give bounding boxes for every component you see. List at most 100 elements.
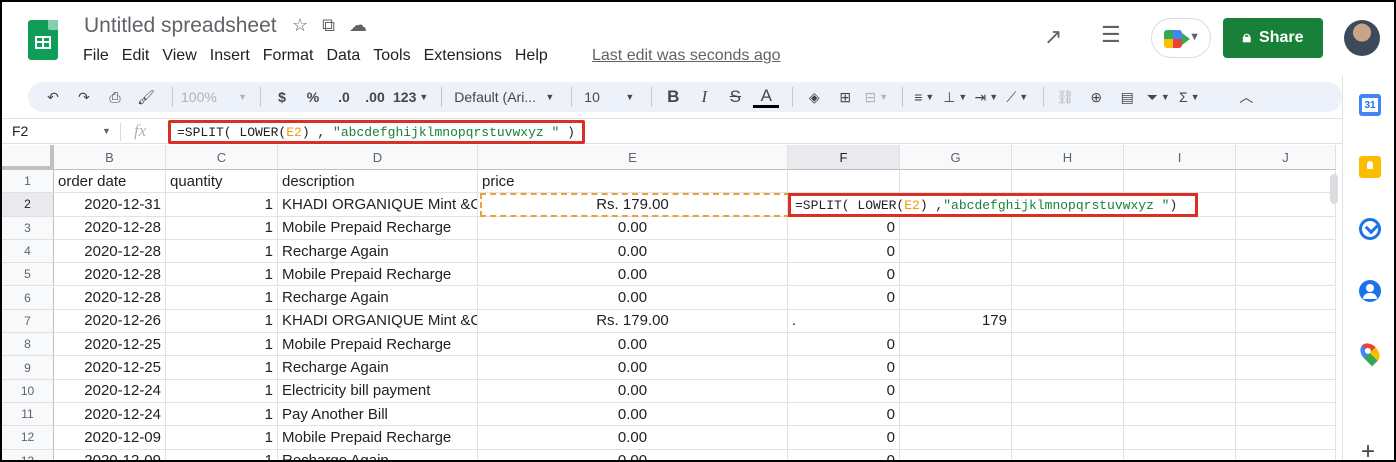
cell-j7[interactable] [1236, 309, 1336, 334]
cell-i11[interactable] [1124, 403, 1236, 427]
cell-c5[interactable]: 1 [166, 263, 278, 287]
increase-decimal-button[interactable]: .00 [362, 83, 388, 111]
insert-comment-icon[interactable]: ⊕ [1083, 83, 1109, 111]
cell-h12[interactable] [1012, 426, 1124, 450]
cell-b8[interactable]: 2020-12-25 [54, 333, 166, 357]
scrollbar-thumb[interactable] [1330, 174, 1338, 204]
cell-f5[interactable]: 0 [788, 263, 900, 287]
last-edit-link[interactable]: Last edit was seconds ago [592, 47, 781, 65]
cell-i5[interactable] [1124, 263, 1236, 287]
trend-icon[interactable]: ↗ [1044, 24, 1062, 50]
cell-e12[interactable]: 0.00 [478, 426, 788, 450]
row-header[interactable]: 2 [2, 193, 54, 217]
cell-c4[interactable]: 1 [166, 239, 278, 264]
cell-d4[interactable]: Recharge Again [278, 239, 478, 264]
share-button[interactable]: 🔒︎ Share [1223, 18, 1323, 58]
cell-e1[interactable]: price [478, 170, 788, 194]
cell-d2[interactable]: KHADI ORGANIQUE Mint &C [278, 193, 478, 217]
cell-i7[interactable] [1124, 309, 1236, 334]
cell-i10[interactable] [1124, 379, 1236, 403]
borders-icon[interactable]: ⊞ [832, 83, 858, 111]
cell-e2[interactable]: Rs. 179.00 [478, 193, 788, 217]
calendar-icon[interactable]: 31 [1359, 94, 1381, 116]
cell-f1[interactable] [788, 170, 900, 194]
cell-c10[interactable]: 1 [166, 379, 278, 403]
cell-i4[interactable] [1124, 239, 1236, 264]
cell-d11[interactable]: Pay Another Bill [278, 403, 478, 427]
cell-c1[interactable]: quantity [166, 170, 278, 194]
cell-h6[interactable] [1012, 286, 1124, 310]
plus-icon[interactable]: + [1361, 438, 1375, 460]
cell-e4[interactable]: 0.00 [478, 239, 788, 264]
decrease-decimal-button[interactable]: .0 [331, 83, 357, 111]
cell-c3[interactable]: 1 [166, 216, 278, 240]
row-header[interactable]: 4 [2, 239, 54, 264]
cell-f11[interactable]: 0 [788, 403, 900, 427]
cell-g12[interactable] [900, 426, 1012, 450]
maps-icon[interactable] [1356, 339, 1384, 367]
cell-d8[interactable]: Mobile Prepaid Recharge [278, 333, 478, 357]
cell-i8[interactable] [1124, 333, 1236, 357]
cell-i3[interactable] [1124, 216, 1236, 240]
menu-insert[interactable]: Insert [210, 47, 250, 65]
cell-i1[interactable] [1124, 170, 1236, 194]
cell-f7[interactable]: . [788, 309, 900, 334]
cell-b12[interactable]: 2020-12-09 [54, 426, 166, 450]
cell-c9[interactable]: 1 [166, 356, 278, 380]
cell-f8[interactable]: 0 [788, 333, 900, 357]
cell-f6[interactable]: 0 [788, 286, 900, 310]
row-header[interactable]: 1 [2, 170, 54, 194]
cell-e6[interactable]: 0.00 [478, 286, 788, 310]
cell-f9[interactable]: 0 [788, 356, 900, 380]
cloud-status-icon[interactable]: ☁ [349, 15, 367, 36]
menu-extensions[interactable]: Extensions [424, 47, 502, 65]
menu-edit[interactable]: Edit [122, 47, 150, 65]
select-all-corner[interactable] [2, 145, 54, 170]
contacts-icon[interactable] [1359, 280, 1381, 302]
text-wrap-icon[interactable]: ⇥ ▼ [973, 83, 999, 111]
formula-input[interactable]: =SPLIT( LOWER(E2) , "abcdefghijklmnopqrs… [168, 120, 585, 144]
keep-icon[interactable] [1359, 156, 1381, 178]
cell-d1[interactable]: description [278, 170, 478, 194]
cell-e13[interactable]: 0.00 [478, 449, 788, 460]
paint-format-icon[interactable]: 🖌︎ [133, 83, 159, 111]
active-cell-editor[interactable]: =SPLIT( LOWER(E2) , "abcdefghijklmnopqrs… [788, 193, 1198, 217]
cell-d3[interactable]: Mobile Prepaid Recharge [278, 216, 478, 240]
row-header[interactable]: 7 [2, 309, 54, 334]
merge-cells-icon[interactable]: ⊟ ▼ [863, 83, 889, 111]
menu-help[interactable]: Help [515, 47, 548, 65]
column-header-f[interactable]: F [788, 145, 900, 170]
cell-j1[interactable] [1236, 170, 1336, 194]
cell-f13[interactable]: 0 [788, 449, 900, 460]
cell-g6[interactable] [900, 286, 1012, 310]
cell-b5[interactable]: 2020-12-28 [54, 263, 166, 287]
cell-d7[interactable]: KHADI ORGANIQUE Mint &C [278, 309, 478, 334]
cell-g8[interactable] [900, 333, 1012, 357]
cell-d5[interactable]: Mobile Prepaid Recharge [278, 263, 478, 287]
vertical-align-icon[interactable]: ⊥ ▼ [942, 83, 968, 111]
percent-button[interactable]: % [300, 83, 326, 111]
sheets-logo-icon[interactable] [28, 20, 58, 60]
row-header[interactable]: 11 [2, 403, 54, 427]
cell-d13[interactable]: Recharge Again [278, 449, 478, 460]
cell-j9[interactable] [1236, 356, 1336, 380]
cell-d9[interactable]: Recharge Again [278, 356, 478, 380]
cell-g5[interactable] [900, 263, 1012, 287]
cell-e3[interactable]: 0.00 [478, 216, 788, 240]
collapse-toolbar-icon[interactable]: ︿ [1233, 83, 1259, 111]
menu-data[interactable]: Data [326, 47, 360, 65]
cell-e9[interactable]: 0.00 [478, 356, 788, 380]
cell-g9[interactable] [900, 356, 1012, 380]
cell-h9[interactable] [1012, 356, 1124, 380]
cell-j3[interactable] [1236, 216, 1336, 240]
strikethrough-button[interactable]: S [722, 83, 748, 111]
cell-j5[interactable] [1236, 263, 1336, 287]
name-box[interactable]: F2 [12, 123, 28, 139]
cell-i13[interactable] [1124, 449, 1236, 460]
cell-b6[interactable]: 2020-12-28 [54, 286, 166, 310]
cell-c12[interactable]: 1 [166, 426, 278, 450]
cell-f4[interactable]: 0 [788, 239, 900, 264]
insert-link-icon[interactable]: ⛓︎ [1052, 83, 1078, 111]
font-select[interactable]: Default (Ari... ▼ [450, 83, 558, 111]
cell-b1[interactable]: order date [54, 170, 166, 194]
